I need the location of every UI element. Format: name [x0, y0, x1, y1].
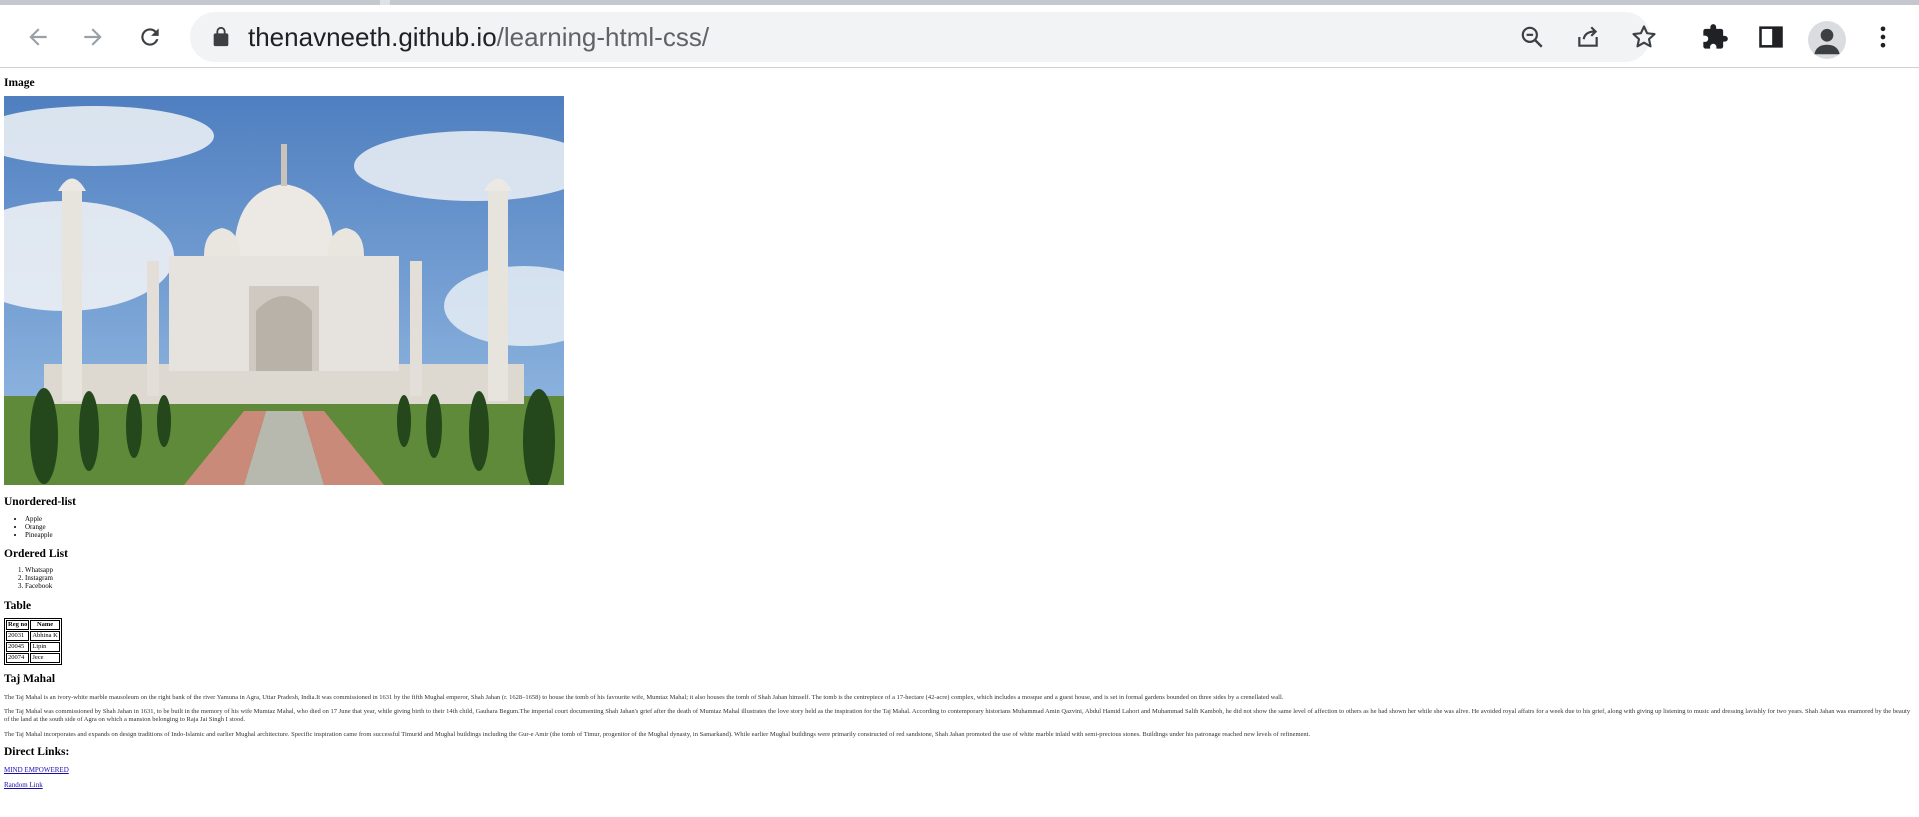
list-item: Facebook — [25, 582, 53, 590]
lock-icon[interactable] — [210, 26, 232, 48]
profile-button[interactable] — [1808, 21, 1846, 59]
paragraph: The Taj Mahal incorporates and expands o… — [4, 731, 1311, 738]
link-random[interactable]: Random Link — [4, 781, 43, 789]
table-cell: Lipin — [30, 642, 60, 652]
paragraph: The Taj Mahal was commissioned by Shah J… — [4, 708, 1911, 723]
bookmark-button[interactable] — [1628, 21, 1660, 53]
address-bar[interactable]: thenavneeth.github.io/learning-html-css/ — [190, 12, 1656, 62]
table-cell: 20074 — [6, 653, 30, 663]
paragraph: The Taj Mahal is an ivory-white marble m… — [4, 694, 1284, 701]
browser-toolbar: thenavneeth.github.io/learning-html-css/ — [0, 5, 1919, 68]
back-icon — [29, 28, 47, 46]
extensions-button[interactable] — [1696, 18, 1734, 56]
taj-mahal-image — [4, 96, 564, 485]
share-button[interactable] — [1572, 21, 1604, 53]
table-heading: Table — [4, 600, 32, 612]
list-item: Whatsapp — [25, 566, 53, 574]
side-panel-icon — [1759, 26, 1783, 48]
table-cell: 20031 — [6, 631, 30, 641]
table-row: 20031 Abhina K — [6, 631, 60, 641]
back-button[interactable] — [19, 18, 57, 56]
forward-button[interactable] — [74, 18, 112, 56]
table-row: 20045 Lipin — [6, 642, 60, 652]
taj-mahal-heading: Taj Mahal — [4, 673, 56, 685]
extensions-icon — [1703, 24, 1728, 49]
list-item: Orange — [25, 523, 53, 531]
zoom-out-icon — [1521, 26, 1543, 48]
table-cell: Abhina K — [30, 631, 60, 641]
image-heading: Image — [4, 77, 35, 89]
ordered-list: Whatsapp Instagram Facebook — [4, 566, 53, 590]
list-item: Apple — [25, 515, 53, 523]
table-header-row: Reg no Name — [6, 620, 60, 630]
menu-button[interactable] — [1864, 18, 1902, 56]
reload-icon — [141, 28, 159, 46]
profile-icon — [1814, 28, 1840, 55]
table-row: 20074 Jece — [6, 653, 60, 663]
link-mind-empowered[interactable]: MIND EMPOWERED — [4, 766, 69, 774]
share-icon — [1578, 26, 1598, 47]
reload-button[interactable] — [131, 18, 169, 56]
table-cell: 20045 — [6, 642, 30, 652]
zoom-button[interactable] — [1516, 21, 1548, 53]
list-item: Pineapple — [25, 531, 53, 539]
ordered-list-heading: Ordered List — [4, 548, 68, 560]
direct-links-heading: Direct Links: — [4, 746, 70, 758]
menu-icon — [1880, 26, 1886, 48]
url-text[interactable]: thenavneeth.github.io/learning-html-css/ — [248, 22, 709, 52]
column-header: Reg no — [6, 620, 30, 630]
reg-table: Reg no Name 20031 Abhina K 20045 Lipin 2… — [4, 618, 62, 665]
side-panel-button[interactable] — [1752, 18, 1790, 56]
table-cell: Jece — [30, 653, 60, 663]
star-icon — [1632, 25, 1656, 48]
unordered-list-heading: Unordered-list — [4, 496, 76, 508]
url-host: thenavneeth.github.io — [248, 22, 497, 52]
column-header: Name — [30, 620, 60, 630]
list-item: Instagram — [25, 574, 53, 582]
url-path: /learning-html-css/ — [496, 22, 710, 52]
unordered-list: Apple Orange Pineapple — [4, 515, 53, 539]
forward-icon — [84, 28, 102, 46]
